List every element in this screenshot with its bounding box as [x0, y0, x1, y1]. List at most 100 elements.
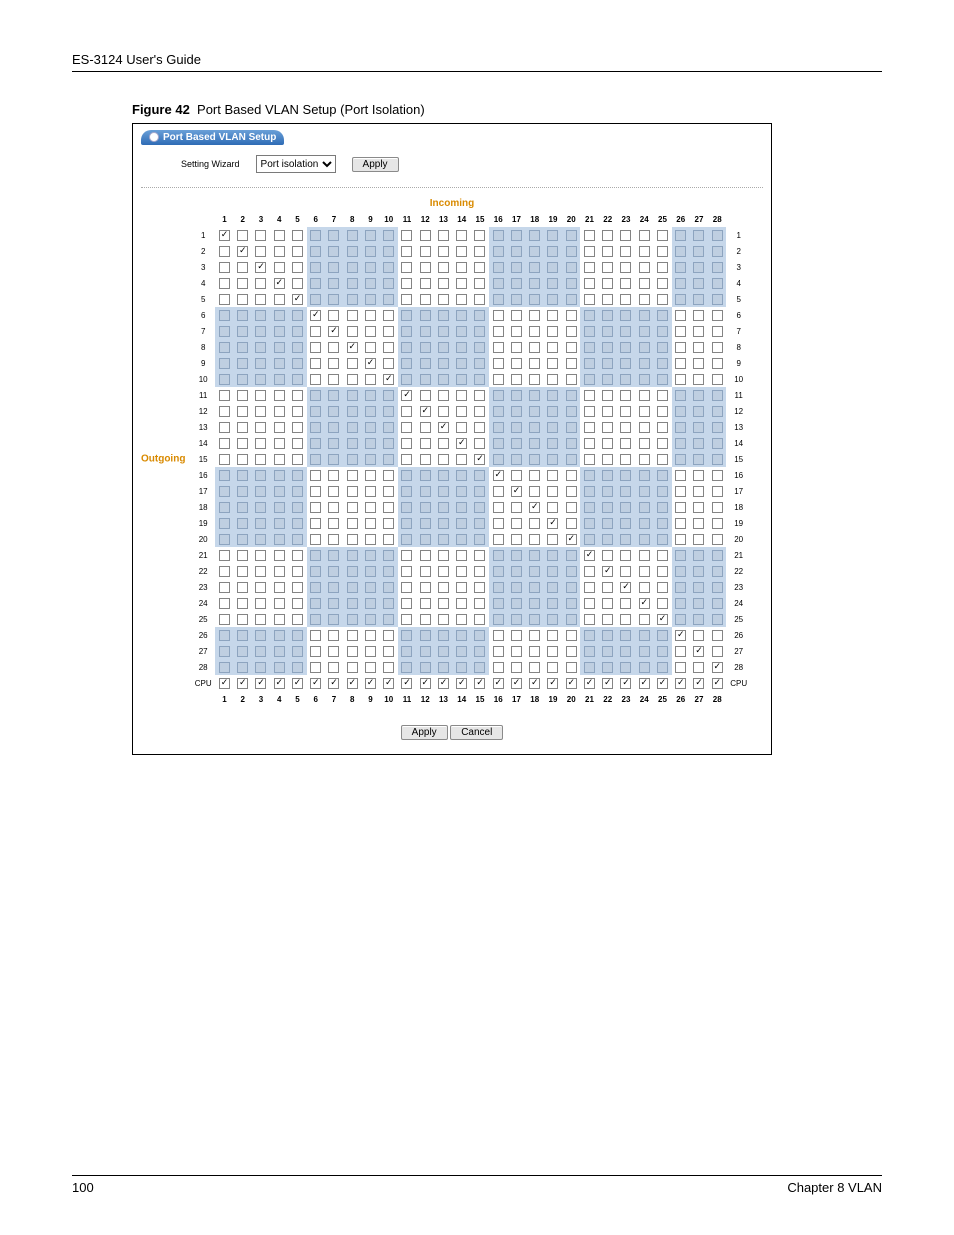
port-checkbox[interactable]	[712, 678, 723, 689]
port-checkbox[interactable]	[529, 310, 540, 321]
port-checkbox[interactable]	[547, 326, 558, 337]
port-checkbox[interactable]	[602, 406, 613, 417]
port-checkbox[interactable]	[456, 294, 467, 305]
port-checkbox[interactable]	[675, 678, 686, 689]
port-checkbox[interactable]	[474, 278, 485, 289]
port-checkbox[interactable]	[657, 230, 668, 241]
port-checkbox[interactable]	[493, 502, 504, 513]
port-checkbox[interactable]	[456, 438, 467, 449]
port-checkbox[interactable]	[529, 646, 540, 657]
port-checkbox[interactable]	[657, 614, 668, 625]
port-checkbox[interactable]	[639, 678, 650, 689]
port-checkbox[interactable]	[547, 502, 558, 513]
port-checkbox[interactable]	[237, 598, 248, 609]
port-checkbox[interactable]	[712, 518, 723, 529]
port-checkbox[interactable]	[219, 294, 230, 305]
port-checkbox[interactable]	[529, 326, 540, 337]
port-checkbox[interactable]	[328, 358, 339, 369]
port-checkbox[interactable]	[255, 262, 266, 273]
port-checkbox[interactable]	[219, 422, 230, 433]
port-checkbox[interactable]	[675, 358, 686, 369]
port-checkbox[interactable]	[420, 278, 431, 289]
port-checkbox[interactable]	[456, 614, 467, 625]
port-checkbox[interactable]	[639, 438, 650, 449]
port-checkbox[interactable]	[255, 438, 266, 449]
port-checkbox[interactable]	[401, 278, 412, 289]
port-checkbox[interactable]	[529, 630, 540, 641]
port-checkbox[interactable]	[420, 566, 431, 577]
apply-top-button[interactable]: Apply	[352, 157, 399, 172]
port-checkbox[interactable]	[438, 406, 449, 417]
port-checkbox[interactable]	[693, 518, 704, 529]
port-checkbox[interactable]	[255, 278, 266, 289]
port-checkbox[interactable]	[675, 486, 686, 497]
port-checkbox[interactable]	[219, 550, 230, 561]
port-checkbox[interactable]	[456, 582, 467, 593]
port-checkbox[interactable]	[547, 486, 558, 497]
port-checkbox[interactable]	[620, 246, 631, 257]
port-checkbox[interactable]	[347, 502, 358, 513]
port-checkbox[interactable]	[292, 294, 303, 305]
port-checkbox[interactable]	[219, 598, 230, 609]
port-checkbox[interactable]	[383, 518, 394, 529]
port-checkbox[interactable]	[383, 310, 394, 321]
port-checkbox[interactable]	[584, 262, 595, 273]
port-checkbox[interactable]	[584, 406, 595, 417]
port-checkbox[interactable]	[712, 534, 723, 545]
port-checkbox[interactable]	[712, 326, 723, 337]
port-checkbox[interactable]	[237, 262, 248, 273]
port-checkbox[interactable]	[420, 390, 431, 401]
port-checkbox[interactable]	[620, 454, 631, 465]
port-checkbox[interactable]	[511, 502, 522, 513]
port-checkbox[interactable]	[584, 438, 595, 449]
port-checkbox[interactable]	[620, 390, 631, 401]
port-checkbox[interactable]	[237, 390, 248, 401]
port-checkbox[interactable]	[292, 230, 303, 241]
port-checkbox[interactable]	[566, 662, 577, 673]
port-checkbox[interactable]	[493, 534, 504, 545]
port-checkbox[interactable]	[493, 358, 504, 369]
port-checkbox[interactable]	[693, 310, 704, 321]
port-checkbox[interactable]	[602, 550, 613, 561]
port-checkbox[interactable]	[584, 582, 595, 593]
port-checkbox[interactable]	[693, 502, 704, 513]
port-checkbox[interactable]	[657, 582, 668, 593]
port-checkbox[interactable]	[474, 438, 485, 449]
port-checkbox[interactable]	[438, 582, 449, 593]
port-checkbox[interactable]	[456, 262, 467, 273]
port-checkbox[interactable]	[529, 374, 540, 385]
port-checkbox[interactable]	[584, 598, 595, 609]
port-checkbox[interactable]	[456, 406, 467, 417]
port-checkbox[interactable]	[383, 358, 394, 369]
port-checkbox[interactable]	[693, 486, 704, 497]
port-checkbox[interactable]	[474, 566, 485, 577]
port-checkbox[interactable]	[219, 390, 230, 401]
port-checkbox[interactable]	[401, 550, 412, 561]
port-checkbox[interactable]	[693, 678, 704, 689]
port-checkbox[interactable]	[237, 278, 248, 289]
port-checkbox[interactable]	[456, 390, 467, 401]
port-checkbox[interactable]	[237, 614, 248, 625]
port-checkbox[interactable]	[365, 662, 376, 673]
port-checkbox[interactable]	[365, 646, 376, 657]
port-checkbox[interactable]	[566, 646, 577, 657]
port-checkbox[interactable]	[456, 246, 467, 257]
port-checkbox[interactable]	[219, 614, 230, 625]
port-checkbox[interactable]	[675, 342, 686, 353]
port-checkbox[interactable]	[584, 246, 595, 257]
port-checkbox[interactable]	[456, 454, 467, 465]
port-checkbox[interactable]	[547, 630, 558, 641]
port-checkbox[interactable]	[255, 390, 266, 401]
port-checkbox[interactable]	[420, 262, 431, 273]
port-checkbox[interactable]	[529, 358, 540, 369]
port-checkbox[interactable]	[511, 374, 522, 385]
port-checkbox[interactable]	[602, 598, 613, 609]
port-checkbox[interactable]	[511, 486, 522, 497]
port-checkbox[interactable]	[675, 310, 686, 321]
port-checkbox[interactable]	[255, 550, 266, 561]
port-checkbox[interactable]	[493, 470, 504, 481]
port-checkbox[interactable]	[639, 262, 650, 273]
port-checkbox[interactable]	[292, 598, 303, 609]
port-checkbox[interactable]	[602, 614, 613, 625]
port-checkbox[interactable]	[365, 502, 376, 513]
